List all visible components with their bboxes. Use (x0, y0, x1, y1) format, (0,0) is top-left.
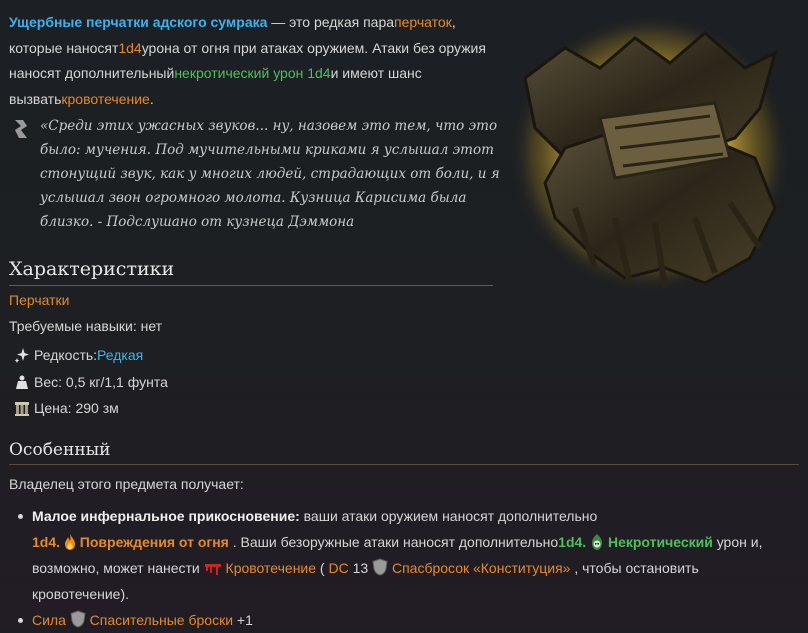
dc-link[interactable]: DC (328, 560, 348, 576)
sparkle-icon (14, 348, 29, 363)
fire-icon (64, 534, 75, 550)
fire-damage-link[interactable]: Повреждения от огня (80, 534, 229, 550)
gloves-link[interactable]: перчаток (394, 14, 452, 30)
coins-icon (15, 402, 29, 416)
saving-throws-link[interactable]: Спасительные броски (90, 612, 233, 628)
special-heading: Особенный (9, 440, 111, 460)
necrotic-link[interactable]: Некротический (608, 534, 713, 550)
bleeding-condition-link[interactable]: Кровотечение (226, 560, 316, 576)
item-description: Ущербные перчатки адского сумрака — это … (9, 14, 486, 107)
bleeding-icon (204, 564, 221, 575)
quote-text: «Среди этих ужасных звуков... ну, назове… (40, 118, 500, 230)
item-type-link[interactable]: Перчатки (9, 292, 69, 308)
stats-divider (9, 285, 493, 286)
special-list: Малое инфернальное прикосновение: ваши а… (16, 503, 796, 633)
price-row: Цена: 290 зм (14, 400, 119, 416)
quote-icon (15, 120, 27, 138)
damage-dice: 1d4 (118, 39, 142, 56)
list-item: Малое инфернальное прикосновение: ваши а… (16, 503, 796, 607)
required-skills: Требуемые навыки: нет (9, 318, 163, 334)
necrotic-damage-link[interactable]: некротический урон 1d4 (174, 65, 330, 81)
shield-icon (70, 610, 86, 628)
rarity-row: Редкость: Редкая (14, 347, 143, 363)
bleeding-link[interactable]: кровотечение (61, 91, 149, 107)
strength-link[interactable]: Сила (32, 612, 66, 628)
owner-text: Владелец этого предмета получает: (9, 476, 244, 492)
constitution-save-link[interactable]: Спасбросок «Конституция» (392, 560, 571, 576)
ability-title: Малое инфернальное прикосновение: (32, 508, 300, 524)
gloves-image (510, 13, 790, 293)
stats-heading: Характеристики (9, 258, 175, 280)
weight-row: Вес: 0,5 кг/1,1 фунта (14, 374, 168, 390)
necrotic-skull-icon (592, 534, 603, 550)
list-item: Сила Спасительные броски +1 (16, 607, 796, 633)
special-divider (9, 464, 799, 465)
shield-icon (372, 558, 388, 576)
item-name: Ущербные перчатки адского сумрака (9, 14, 268, 30)
weight-icon (16, 375, 28, 389)
rarity-value: Редкая (97, 347, 144, 363)
